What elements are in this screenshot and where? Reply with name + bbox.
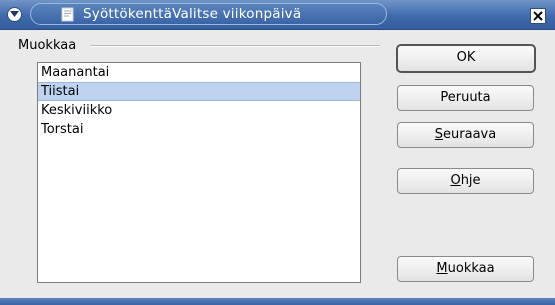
cancel-button[interactable]: Peruuta <box>397 85 534 111</box>
window-bottom-border <box>0 298 555 305</box>
titlebar[interactable]: SyöttökenttäValitse viikonpäivä <box>0 0 555 30</box>
ok-button[interactable]: OK <box>396 44 536 73</box>
close-button[interactable] <box>530 8 546 24</box>
next-button[interactable]: Seuraava <box>397 122 534 148</box>
edit-label-rest: uokkaa <box>447 261 495 276</box>
dialog-window: SyöttökenttäValitse viikonpäivä Muokkaa … <box>0 0 555 305</box>
group-divider <box>90 45 380 47</box>
close-icon <box>533 11 543 21</box>
chevron-down-icon <box>10 11 19 17</box>
list-item[interactable]: Keskiviikko <box>38 101 360 120</box>
list-item-selected[interactable]: Tiistai <box>38 82 360 101</box>
title-pill: SyöttökenttäValitse viikonpäivä <box>30 3 387 25</box>
group-label: Muokkaa <box>18 38 77 53</box>
edit-button[interactable]: Muokkaa <box>397 256 534 282</box>
help-label-rest: hje <box>460 173 481 188</box>
window-menu-button[interactable] <box>7 7 22 22</box>
list-item[interactable]: Torstai <box>38 120 360 139</box>
help-button[interactable]: Ohje <box>397 168 534 194</box>
next-mnemonic: S <box>434 127 444 142</box>
window-title: SyöttökenttäValitse viikonpäivä <box>83 6 302 22</box>
document-icon <box>61 7 74 22</box>
edit-mnemonic: M <box>436 261 448 276</box>
help-mnemonic: O <box>450 173 461 188</box>
list-item[interactable]: Maanantai <box>38 63 360 82</box>
weekday-listbox[interactable]: Maanantai Tiistai Keskiviikko Torstai <box>37 62 361 283</box>
next-label-rest: euraava <box>443 127 497 142</box>
